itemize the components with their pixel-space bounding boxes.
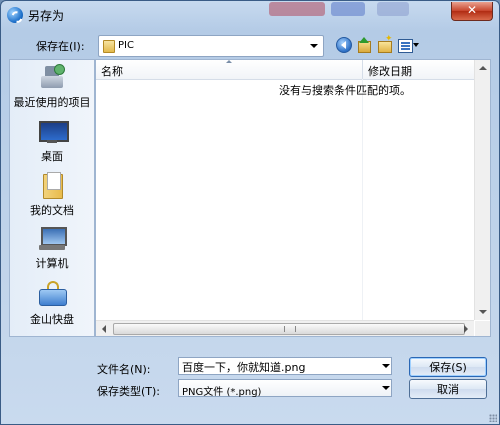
up-folder-icon[interactable] <box>356 37 372 53</box>
sort-ascending-icon <box>226 60 232 63</box>
desktop-icon <box>39 118 69 144</box>
column-guide <box>362 79 363 333</box>
chevron-down-icon <box>310 44 318 48</box>
my-documents-icon <box>39 172 65 199</box>
place-kuaipan[interactable]: 金山快盘 <box>10 281 94 327</box>
folder-icon <box>103 40 115 53</box>
places-bar: 最近使用的项目 桌面 我的文档 计算机 金山快盘 <box>9 59 95 337</box>
chevron-down-icon[interactable] <box>382 364 390 368</box>
scrollbar-corner <box>475 321 490 336</box>
place-label: 桌面 <box>41 150 63 163</box>
horizontal-scrollbar[interactable] <box>96 320 474 336</box>
filename-input[interactable] <box>178 357 392 375</box>
place-label: 最近使用的项目 <box>13 96 91 109</box>
chevron-down-icon[interactable] <box>413 43 419 47</box>
save-as-dialog: 另存为 ✕ 保存在(I): PIC 最近使用的项目 桌面 <box>0 0 500 425</box>
place-recent-items[interactable]: 最近使用的项目 <box>10 64 94 110</box>
back-arrow-icon[interactable] <box>336 37 352 53</box>
scroll-up-icon[interactable] <box>479 66 487 70</box>
place-label: 我的文档 <box>30 204 74 217</box>
save-in-label: 保存在(I): <box>36 40 85 53</box>
filename-label: 文件名(N): <box>97 363 151 376</box>
scroll-down-icon[interactable] <box>479 310 487 314</box>
background-blur <box>377 2 409 16</box>
vertical-scrollbar[interactable] <box>474 60 490 320</box>
window-title: 另存为 <box>28 9 65 23</box>
scroll-right-icon[interactable] <box>464 325 468 333</box>
empty-list-message: 没有与搜索条件匹配的项。 <box>279 84 411 97</box>
new-folder-icon[interactable] <box>377 34 393 53</box>
save-in-dropdown[interactable]: PIC <box>98 35 324 57</box>
column-header-row: 名称 修改日期 <box>96 60 474 80</box>
cancel-button[interactable]: 取消 <box>409 379 487 399</box>
view-menu-icon[interactable] <box>398 39 413 53</box>
place-computer[interactable]: 计算机 <box>10 225 94 271</box>
background-blur <box>269 2 325 16</box>
save-button[interactable]: 保存(S) <box>409 357 487 377</box>
recent-items-icon <box>39 64 65 90</box>
computer-icon <box>39 225 67 251</box>
close-button[interactable]: ✕ <box>451 2 493 21</box>
kuaipan-icon <box>39 281 67 307</box>
app-logo-icon <box>7 7 23 23</box>
title-bar[interactable]: 另存为 ✕ <box>1 1 499 29</box>
column-divider[interactable] <box>362 60 363 79</box>
scrollbar-thumb[interactable] <box>113 323 465 335</box>
background-blur <box>331 2 365 16</box>
filetype-label: 保存类型(T): <box>97 385 161 398</box>
place-desktop[interactable]: 桌面 <box>10 118 94 164</box>
resize-grip[interactable] <box>489 414 497 422</box>
scroll-left-icon[interactable] <box>102 325 106 333</box>
place-my-documents[interactable]: 我的文档 <box>10 172 94 218</box>
filetype-dropdown[interactable]: PNG文件 (*.png) <box>178 379 392 398</box>
column-header-name[interactable]: 名称 <box>101 63 123 79</box>
chevron-down-icon[interactable] <box>382 386 390 390</box>
file-list[interactable]: 名称 修改日期 没有与搜索条件匹配的项。 <box>95 59 491 337</box>
place-label: 金山快盘 <box>30 313 74 326</box>
place-label: 计算机 <box>35 257 69 270</box>
current-folder-name: PIC <box>118 40 134 51</box>
column-header-date[interactable]: 修改日期 <box>368 63 412 79</box>
